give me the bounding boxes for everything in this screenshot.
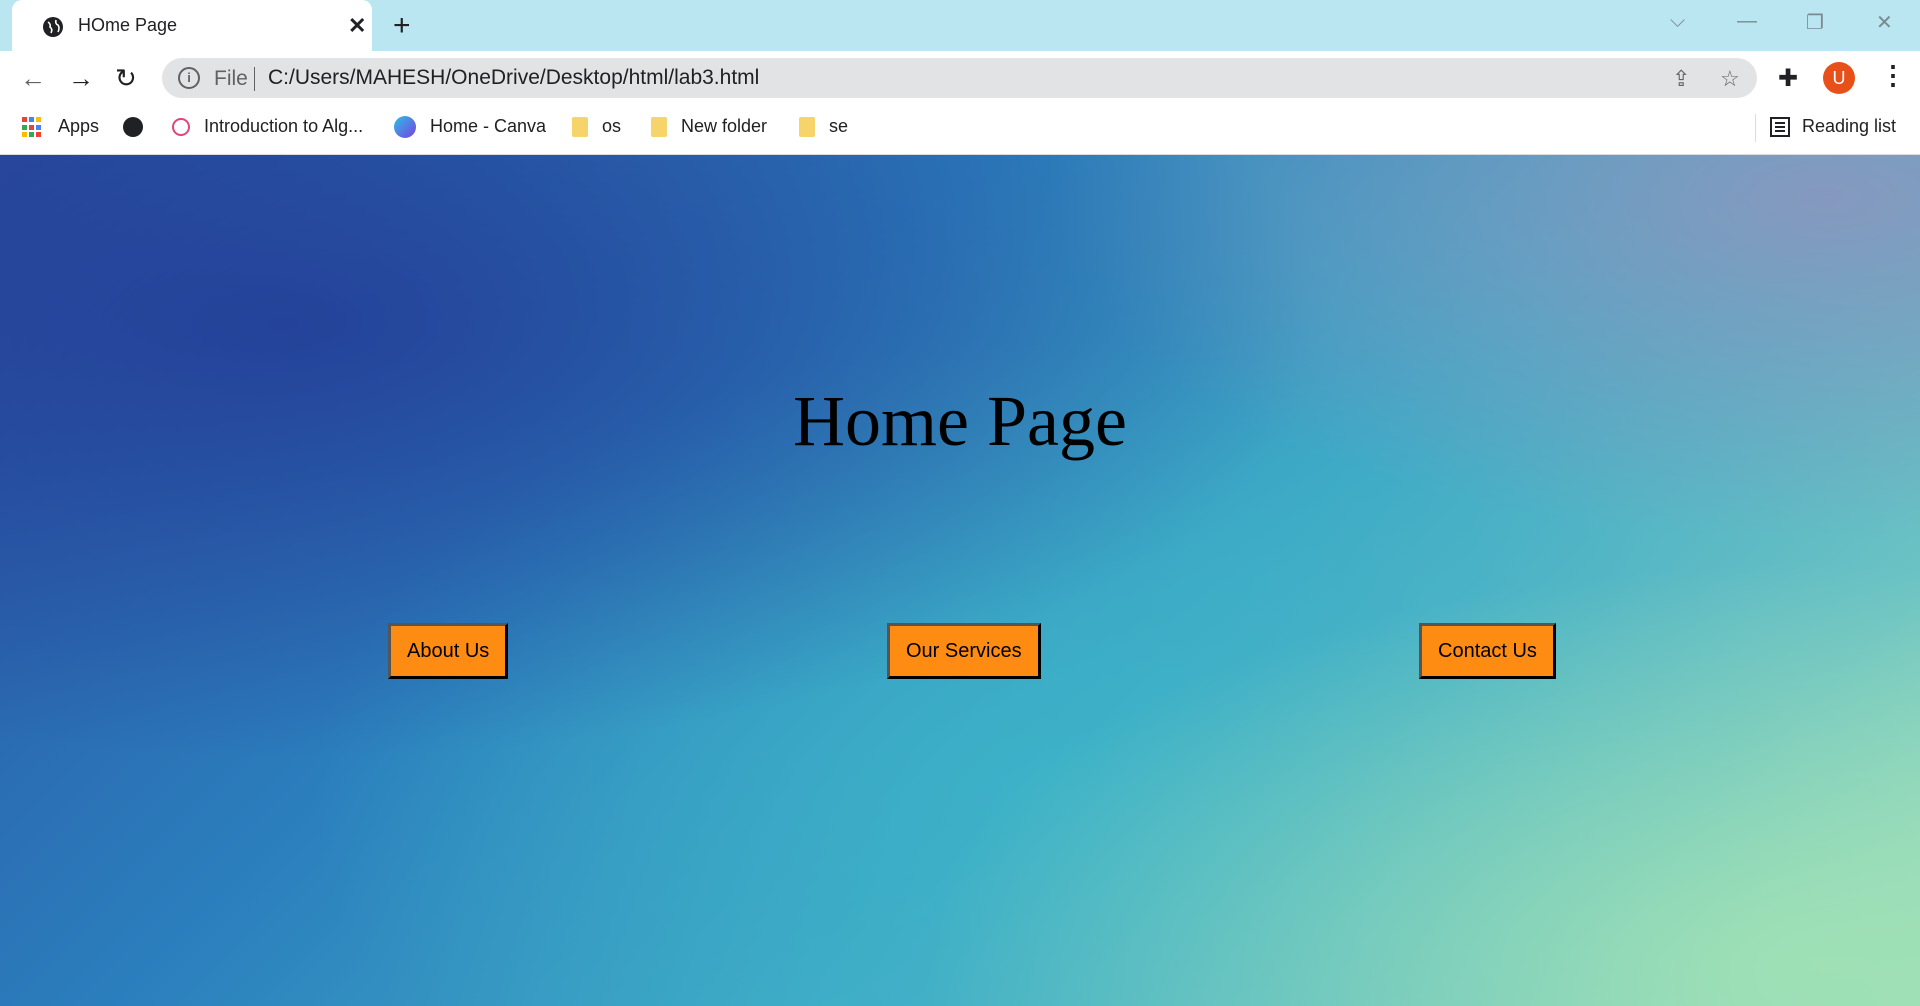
bookmark-label: Introduction to Alg... (204, 116, 364, 136)
canva-favicon (394, 116, 416, 139)
active-tab[interactable]: HOme Page ✕ (12, 0, 372, 51)
reading-list-label: Reading list (1802, 116, 1897, 136)
tab-title: HOme Page (78, 15, 178, 35)
bookmark-folder-se[interactable]: se (799, 116, 849, 138)
our-services-button[interactable]: Our Services (887, 623, 1041, 679)
reading-list-icon (1770, 117, 1790, 138)
page-title: Home Page (793, 381, 1127, 461)
bookmark-star-icon[interactable]: ☆ (1720, 66, 1740, 92)
restore-button[interactable]: ❐ (1806, 10, 1824, 35)
bookmark-introduction-to-algorithms[interactable]: Introduction to Alg... (172, 116, 363, 137)
bookmark-canva[interactable]: Home - Canva (394, 116, 547, 139)
tab-close-icon[interactable]: ✕ (348, 13, 366, 39)
bookmark-label: os (602, 116, 622, 136)
globe-icon (123, 117, 143, 138)
bookmark-apps-label: Apps (58, 116, 100, 136)
folder-icon (651, 117, 667, 138)
extensions-icon[interactable]: ✚ (1778, 64, 1798, 93)
tab-strip: HOme Page ✕ + ⌵ — ❐ ✕ (0, 0, 1920, 51)
algorithms-favicon (172, 118, 190, 137)
back-button[interactable]: ← (20, 63, 46, 94)
bookmark-folder-new-folder[interactable]: New folder (651, 116, 768, 138)
omnibox-divider (254, 67, 255, 91)
browser-menu-icon[interactable]: ⋮ (1880, 60, 1906, 91)
apps-grid-icon (22, 117, 42, 137)
minimize-button[interactable]: — (1737, 10, 1757, 33)
globe-icon (43, 17, 63, 37)
about-us-button[interactable]: About Us (388, 623, 509, 679)
file-scheme-label: File (214, 67, 248, 90)
site-info-icon[interactable]: i (178, 67, 200, 89)
folder-icon (799, 117, 815, 138)
page-viewport: Home Page About Us Our Services Contact … (0, 155, 1920, 1006)
url-text[interactable]: C:/Users/MAHESH/OneDrive/Desktop/html/la… (268, 66, 759, 90)
reading-list-divider (1755, 114, 1756, 142)
contact-us-button[interactable]: Contact Us (1419, 623, 1556, 679)
new-tab-button[interactable]: + (393, 9, 411, 43)
folder-icon (572, 117, 588, 138)
address-bar[interactable]: i File C:/Users/MAHESH/OneDrive/Desktop/… (162, 58, 1757, 98)
profile-avatar[interactable]: U (1823, 62, 1855, 94)
bookmark-globe[interactable] (123, 116, 143, 138)
forward-button[interactable]: → (68, 63, 94, 94)
browser-toolbar: ← → ↻ i File C:/Users/MAHESH/OneDrive/De… (0, 51, 1920, 104)
bookmark-label: Home - Canva (430, 116, 547, 136)
reading-list-button[interactable]: Reading list (1770, 116, 1897, 138)
bookmark-label: se (829, 116, 849, 136)
bookmark-folder-os[interactable]: os (572, 116, 622, 138)
reload-button[interactable]: ↻ (115, 63, 137, 94)
close-window-button[interactable]: ✕ (1876, 10, 1893, 35)
bookmarks-bar: Apps Introduction to Alg... Home - Canva… (0, 104, 1920, 155)
bookmark-apps[interactable]: Apps (22, 116, 99, 137)
tab-search-icon[interactable]: ⌵ (1670, 10, 1685, 33)
share-icon[interactable]: ⇪ (1672, 66, 1690, 92)
bookmark-label: New folder (681, 116, 768, 136)
